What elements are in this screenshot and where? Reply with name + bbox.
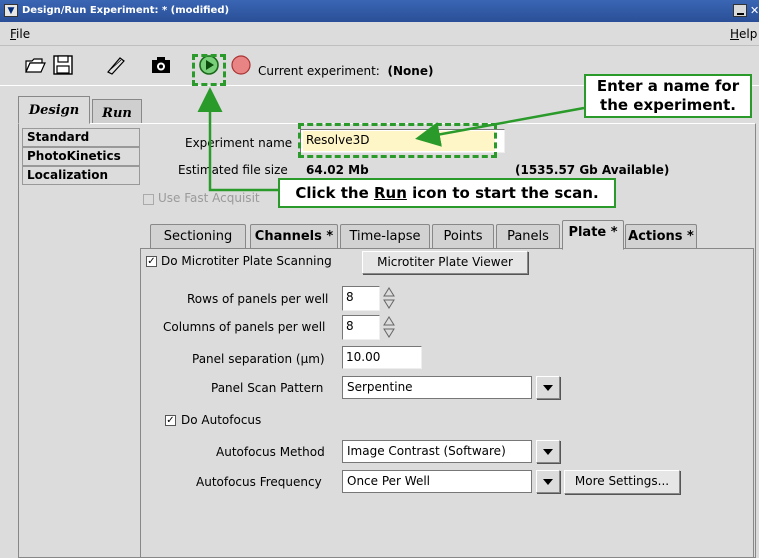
rows-input[interactable]: 8 bbox=[342, 286, 380, 311]
camera-icon[interactable] bbox=[150, 54, 172, 76]
save-icon[interactable] bbox=[52, 54, 74, 76]
close-icon[interactable]: ✕ bbox=[750, 4, 759, 17]
scan-pattern-value: Serpentine bbox=[342, 376, 532, 399]
run-callout-pre: Click the bbox=[295, 184, 374, 202]
tab-run[interactable]: Run bbox=[92, 99, 142, 124]
run-callout-post: icon to start the scan. bbox=[406, 184, 599, 202]
run-callout-word: Run bbox=[373, 184, 407, 202]
autofocus-label: Do Autofocus bbox=[181, 413, 262, 427]
file-size-label: Estimated file size bbox=[178, 163, 288, 177]
name-callout-line2: the experiment. bbox=[600, 96, 736, 114]
autofocus-method-value: Image Contrast (Software) bbox=[342, 440, 532, 463]
columns-label: Columns of panels per well bbox=[163, 320, 326, 334]
autofocus-method-select[interactable]: Image Contrast (Software) bbox=[342, 440, 562, 463]
tab-time-lapse[interactable]: Time-lapse bbox=[340, 224, 430, 249]
file-size-value: 64.02 Mb bbox=[306, 163, 369, 177]
tab-panels[interactable]: Panels bbox=[496, 224, 560, 249]
menu-help[interactable]: Help bbox=[730, 27, 757, 41]
rows-label: Rows of panels per well bbox=[187, 292, 329, 306]
chevron-down-icon[interactable] bbox=[536, 376, 560, 399]
list-item-localization[interactable]: Localization bbox=[22, 166, 140, 185]
name-field-highlight bbox=[298, 123, 497, 158]
autofocus-frequency-value: Once Per Well bbox=[342, 470, 532, 493]
current-experiment-value: (None) bbox=[387, 64, 434, 78]
autofocus-checkbox[interactable]: ✓ bbox=[165, 415, 176, 426]
list-item-photokinetics[interactable]: PhotoKinetics bbox=[22, 147, 140, 166]
experiment-name-label: Experiment name bbox=[185, 136, 293, 150]
current-experiment: Current experiment: (None) bbox=[258, 64, 433, 78]
columns-stepper[interactable] bbox=[382, 315, 396, 339]
plate-scanning-label: Do Microtiter Plate Scanning bbox=[161, 254, 332, 268]
scan-pattern-label: Panel Scan Pattern bbox=[211, 381, 324, 395]
stop-icon[interactable] bbox=[230, 54, 252, 76]
plate-viewer-button[interactable]: Microtiter Plate Viewer bbox=[362, 251, 528, 274]
run-icon-highlight bbox=[192, 54, 226, 86]
available-space: (1535.57 Gb Available) bbox=[515, 163, 670, 177]
name-callout-line1: Enter a name for bbox=[596, 77, 740, 95]
minimize-icon[interactable] bbox=[733, 4, 747, 17]
chevron-down-icon[interactable] bbox=[536, 440, 560, 463]
current-experiment-label: Current experiment: bbox=[258, 64, 380, 78]
name-callout: Enter a name for the experiment. bbox=[584, 74, 752, 118]
list-item-standard[interactable]: Standard bbox=[22, 128, 140, 147]
autofocus-method-label: Autofocus Method bbox=[216, 445, 325, 459]
autofocus-frequency-select[interactable]: Once Per Well bbox=[342, 470, 562, 493]
columns-input[interactable]: 8 bbox=[342, 315, 380, 340]
tab-plate[interactable]: Plate * bbox=[562, 220, 624, 250]
autofocus-frequency-label: Autofocus Frequency bbox=[196, 475, 322, 489]
chevron-down-icon[interactable] bbox=[536, 470, 560, 493]
run-callout: Click the Run icon to start the scan. bbox=[278, 178, 616, 208]
tab-channels[interactable]: Channels * bbox=[250, 224, 338, 249]
plate-scanning-checkbox[interactable]: ✓ bbox=[146, 256, 157, 267]
scan-pattern-select[interactable]: Serpentine bbox=[342, 376, 562, 399]
more-settings-button[interactable]: More Settings... bbox=[564, 470, 680, 494]
window-title: Design/Run Experiment: * (modified) bbox=[22, 5, 230, 16]
separation-input[interactable]: 10.00 bbox=[342, 346, 422, 369]
experiment-type-list: Standard PhotoKinetics Localization bbox=[22, 128, 140, 188]
tab-design[interactable]: Design bbox=[18, 96, 90, 124]
tab-points[interactable]: Points bbox=[432, 224, 494, 249]
rows-stepper[interactable] bbox=[382, 286, 396, 310]
fast-acquisition-checkbox[interactable] bbox=[143, 194, 154, 205]
tab-actions[interactable]: Actions * bbox=[625, 224, 697, 249]
tab-sectioning[interactable]: Sectioning bbox=[150, 224, 246, 249]
open-folder-icon[interactable] bbox=[24, 54, 46, 76]
separation-label: Panel separation (µm) bbox=[192, 352, 325, 366]
menu-file[interactable]: File bbox=[10, 27, 30, 41]
pencil-icon[interactable] bbox=[104, 54, 126, 76]
window-menu-icon[interactable]: ▼ bbox=[4, 4, 18, 17]
menu-bar: File Help bbox=[0, 22, 759, 45]
title-bar: Design/Run Experiment: * (modified) bbox=[0, 0, 759, 22]
fast-acquisition-label: Use Fast Acquisit bbox=[158, 191, 260, 205]
